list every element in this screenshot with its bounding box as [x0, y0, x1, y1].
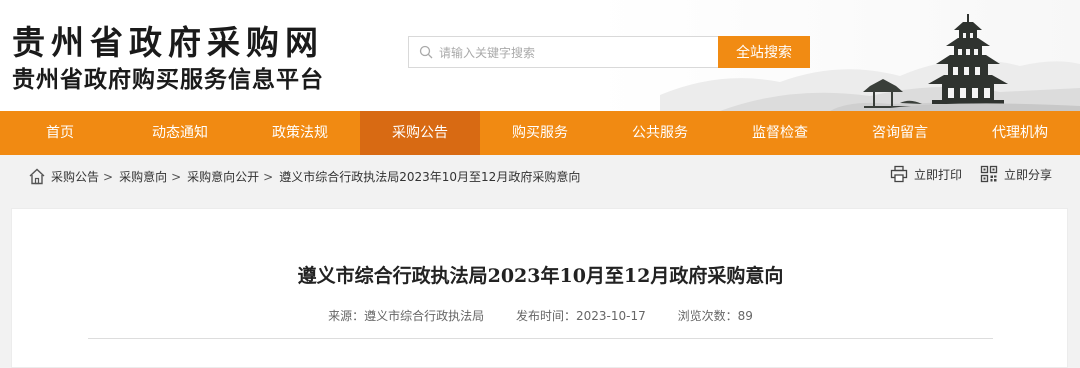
nav-item-news[interactable]: 动态通知 — [120, 111, 240, 155]
breadcrumb-link-intention-public[interactable]: 采购意向公开 — [187, 170, 259, 184]
search-icon — [419, 45, 433, 59]
nav-item-home[interactable]: 首页 — [0, 111, 120, 155]
nav-item-agency[interactable]: 代理机构 — [960, 111, 1080, 155]
article-panel: 遵义市综合行政执法局2023年10月至12月政府采购意向 来源：遵义市综合行政执… — [11, 208, 1068, 368]
breadcrumb-link-intention[interactable]: 采购意向 — [119, 170, 167, 184]
nav-item-policy[interactable]: 政策法规 — [240, 111, 360, 155]
home-icon[interactable] — [28, 168, 46, 185]
article-publish-time: 发布时间：2023-10-17 — [515, 309, 646, 323]
pavilion-scenery-image — [660, 14, 1080, 111]
print-button[interactable]: 立即打印 — [890, 165, 962, 183]
nav-item-procurement-notice[interactable]: 采购公告 — [360, 111, 480, 155]
article-source: 来源：遵义市综合行政执法局 — [328, 309, 485, 323]
site-subtitle: 贵州省政府购买服务信息平台 — [12, 67, 324, 93]
share-button[interactable]: 立即分享 — [980, 165, 1052, 183]
breadcrumb-current: 遵义市综合行政执法局2023年10月至12月政府采购意向 — [279, 170, 581, 184]
breadcrumb: 采购公告 > 采购意向 > 采购意向公开 > 遵义市综合行政执法局2023年10月至12月政… — [51, 168, 580, 185]
article-view-count: 浏览次数：89 — [677, 309, 753, 323]
breadcrumb-bar: 采购公告 > 采购意向 > 采购意向公开 > 遵义市综合行政执法局2023年10月至12月政… — [0, 155, 1080, 199]
breadcrumb-separator: > — [263, 170, 274, 184]
printer-icon — [890, 165, 908, 183]
breadcrumb-separator: > — [171, 170, 182, 184]
article-meta: 来源：遵义市综合行政执法局 发布时间：2023-10-17 浏览次数：89 — [12, 307, 1069, 324]
print-label: 立即打印 — [913, 167, 962, 182]
page-tools: 立即打印 立即分享 — [872, 165, 1052, 183]
breadcrumb-link-procurement-notice[interactable]: 采购公告 — [51, 170, 99, 184]
site-title[interactable]: 贵州省政府采购网 — [12, 16, 324, 64]
nav-item-consultation[interactable]: 咨询留言 — [840, 111, 960, 155]
share-label: 立即分享 — [1003, 167, 1052, 182]
breadcrumb-separator: > — [103, 170, 114, 184]
qr-code-icon — [980, 165, 998, 183]
divider — [88, 338, 993, 339]
site-header: 贵州省政府采购网 贵州省政府购买服务信息平台 全站搜索 — [0, 0, 1080, 111]
nav-item-purchase-service[interactable]: 购买服务 — [480, 111, 600, 155]
nav-item-public-service[interactable]: 公共服务 — [600, 111, 720, 155]
nav-item-supervision[interactable]: 监督检查 — [720, 111, 840, 155]
main-nav: 首页 动态通知 政策法规 采购公告 购买服务 公共服务 监督检查 咨询留言 代理… — [0, 111, 1080, 155]
article-title: 遵义市综合行政执法局2023年10月至12月政府采购意向 — [297, 265, 784, 287]
